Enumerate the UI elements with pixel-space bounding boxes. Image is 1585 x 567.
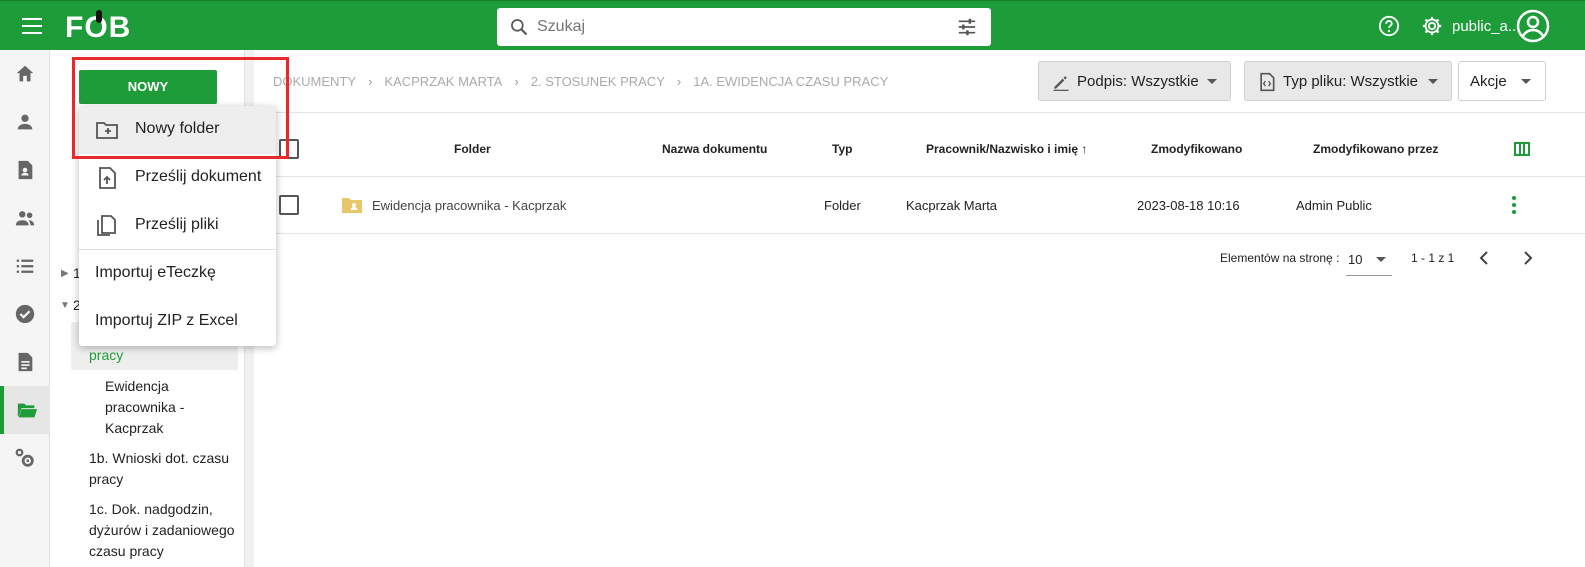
nav-documents[interactable] <box>0 338 50 386</box>
menu-item-upload-files[interactable]: Prześlij pliki <box>79 202 276 250</box>
code-file-icon <box>1260 72 1275 92</box>
tree-item-ewidencja[interactable]: Ewidencja pracownika - Kacprzak <box>105 376 184 439</box>
menu-icon[interactable] <box>22 18 42 34</box>
per-page-value: 10 <box>1348 252 1363 267</box>
divider <box>254 112 1585 113</box>
list-icon <box>16 259 34 273</box>
menu-item-import-eteczka[interactable]: Importuj eTeczkę <box>79 250 276 298</box>
divider <box>254 233 1585 234</box>
nav-employee-file[interactable] <box>0 146 50 194</box>
nav-list[interactable] <box>0 242 50 290</box>
chevron-down-icon <box>1207 79 1217 84</box>
nav-rail <box>0 50 50 567</box>
check-circle-icon <box>15 304 35 324</box>
actions-label: Akcje <box>1470 73 1507 90</box>
settings-gear-icon[interactable] <box>1421 15 1443 37</box>
nav-people[interactable] <box>0 194 50 242</box>
highlight-frame <box>72 57 289 159</box>
menu-item-label: Prześlij pliki <box>135 216 219 233</box>
nav-tasks[interactable] <box>0 290 50 338</box>
contact-file-icon <box>18 160 33 180</box>
tree-item-line: Ewidencja <box>105 378 169 394</box>
actions-dropdown[interactable]: Akcje <box>1458 61 1546 101</box>
breadcrumb-item[interactable]: 2. STOSUNEK PRACY <box>531 74 665 89</box>
cell-modified-by: Admin Public <box>1296 198 1372 213</box>
menu-item-upload-document[interactable]: Prześlij dokument <box>79 154 276 202</box>
page-range: 1 - 1 z 1 <box>1411 251 1455 265</box>
signature-filter[interactable]: Podpis: Wszystkie <box>1038 61 1231 101</box>
tree-item-line: pracy <box>89 471 124 487</box>
tree-item-line: 1b. Wnioski dot. czasu <box>89 450 230 466</box>
people-icon <box>15 211 35 226</box>
cell-employee: Kacprzak Marta <box>906 198 998 213</box>
home-icon <box>16 65 34 82</box>
column-header-employee[interactable]: Pracownik/Nazwisko i imię ↑ <box>926 142 1087 156</box>
column-header-modified-by[interactable]: Zmodyfikowano przez <box>1313 142 1438 156</box>
shared-folder-icon <box>342 198 362 213</box>
username-label[interactable]: public_a... <box>1452 18 1520 35</box>
signature-icon <box>1053 76 1069 91</box>
search-bar[interactable] <box>497 8 991 46</box>
row-checkbox[interactable] <box>279 195 299 215</box>
column-header-type[interactable]: Typ <box>832 142 852 156</box>
nav-folders[interactable] <box>0 386 50 434</box>
breadcrumb-item[interactable]: KACPRZAK MARTA <box>384 74 502 89</box>
cell-folder[interactable]: Ewidencja pracownika - Kacprzak <box>372 198 566 213</box>
tune-icon[interactable] <box>957 18 977 36</box>
tree-item-line: 1c. Dok. nadgodzin, <box>89 501 213 517</box>
column-header-doc-name[interactable]: Nazwa dokumentu <box>662 142 767 156</box>
column-header-modified[interactable]: Zmodyfikowano <box>1151 142 1242 156</box>
nav-home[interactable] <box>0 50 50 98</box>
previous-page-icon[interactable] <box>1477 250 1493 266</box>
column-header-folder[interactable]: Folder <box>454 142 491 156</box>
search-icon <box>511 19 528 36</box>
chevron-down-icon <box>1521 79 1531 84</box>
tree-collapse-icon[interactable]: ▼ <box>60 300 70 311</box>
file-upload-icon <box>99 167 116 189</box>
tree-expand-icon[interactable]: ▶ <box>61 268 69 279</box>
per-page-label: Elementów na stronę : <box>1220 251 1340 265</box>
sort-arrow-up-icon: ↑ <box>1081 142 1088 156</box>
folder-open-icon <box>17 403 38 418</box>
tree-item-line: czasu pracy <box>89 543 164 559</box>
menu-item-label: Importuj eTeczkę <box>95 264 216 281</box>
settings-cogs-icon <box>15 448 34 467</box>
columns-icon[interactable] <box>1514 142 1530 156</box>
tree-item-line: pracownika - <box>105 399 185 415</box>
search-input[interactable] <box>537 16 917 38</box>
column-header-employee-label: Pracownik/Nazwisko i imię <box>926 142 1079 156</box>
document-icon <box>18 352 33 372</box>
menu-item-label: Importuj ZIP z Excel <box>95 312 238 329</box>
top-bar: FOB public_a... <box>0 0 1585 50</box>
breadcrumb-item[interactable]: 1A. EWIDENCJA CZASU PRACY <box>693 74 888 89</box>
signature-filter-label: Podpis: Wszystkie <box>1077 73 1199 90</box>
more-vert-icon[interactable] <box>1510 196 1518 216</box>
nav-person[interactable] <box>0 98 50 146</box>
tree-item-line: Kacprzak <box>105 420 164 436</box>
breadcrumb: DOKUMENTY › KACPRZAK MARTA › 2. STOSUNEK PRA… <box>273 74 889 89</box>
app-logo[interactable]: FOB <box>65 10 131 45</box>
cell-type: Folder <box>824 198 861 213</box>
copy-files-icon <box>97 215 116 236</box>
chevron-down-icon <box>1376 257 1386 262</box>
per-page-select[interactable]: 10 <box>1346 246 1392 276</box>
chevron-down-icon <box>1428 79 1438 84</box>
tree-item-1b[interactable]: 1b. Wnioski dot. czasu pracy <box>89 448 229 490</box>
file-type-filter[interactable]: Typ pliku: Wszystkie <box>1244 61 1452 101</box>
tree-item-line: dyżurów i zadaniowego <box>89 522 235 538</box>
tree-item-selected-label: pracy <box>89 347 124 363</box>
divider <box>254 176 1585 177</box>
file-type-filter-label: Typ pliku: Wszystkie <box>1283 73 1419 90</box>
next-page-icon[interactable] <box>1519 250 1535 266</box>
menu-item-label: Prześlij dokument <box>135 168 262 185</box>
person-icon <box>17 114 33 130</box>
account-circle-icon[interactable] <box>1516 9 1550 43</box>
tree-item-1c[interactable]: 1c. Dok. nadgodzin, dyżurów i zadanioweg… <box>89 499 235 562</box>
menu-item-import-zip[interactable]: Importuj ZIP z Excel <box>79 298 276 346</box>
help-icon[interactable] <box>1378 15 1400 37</box>
cell-modified: 2023-08-18 10:16 <box>1137 198 1240 213</box>
nav-admin-settings[interactable] <box>0 434 50 482</box>
